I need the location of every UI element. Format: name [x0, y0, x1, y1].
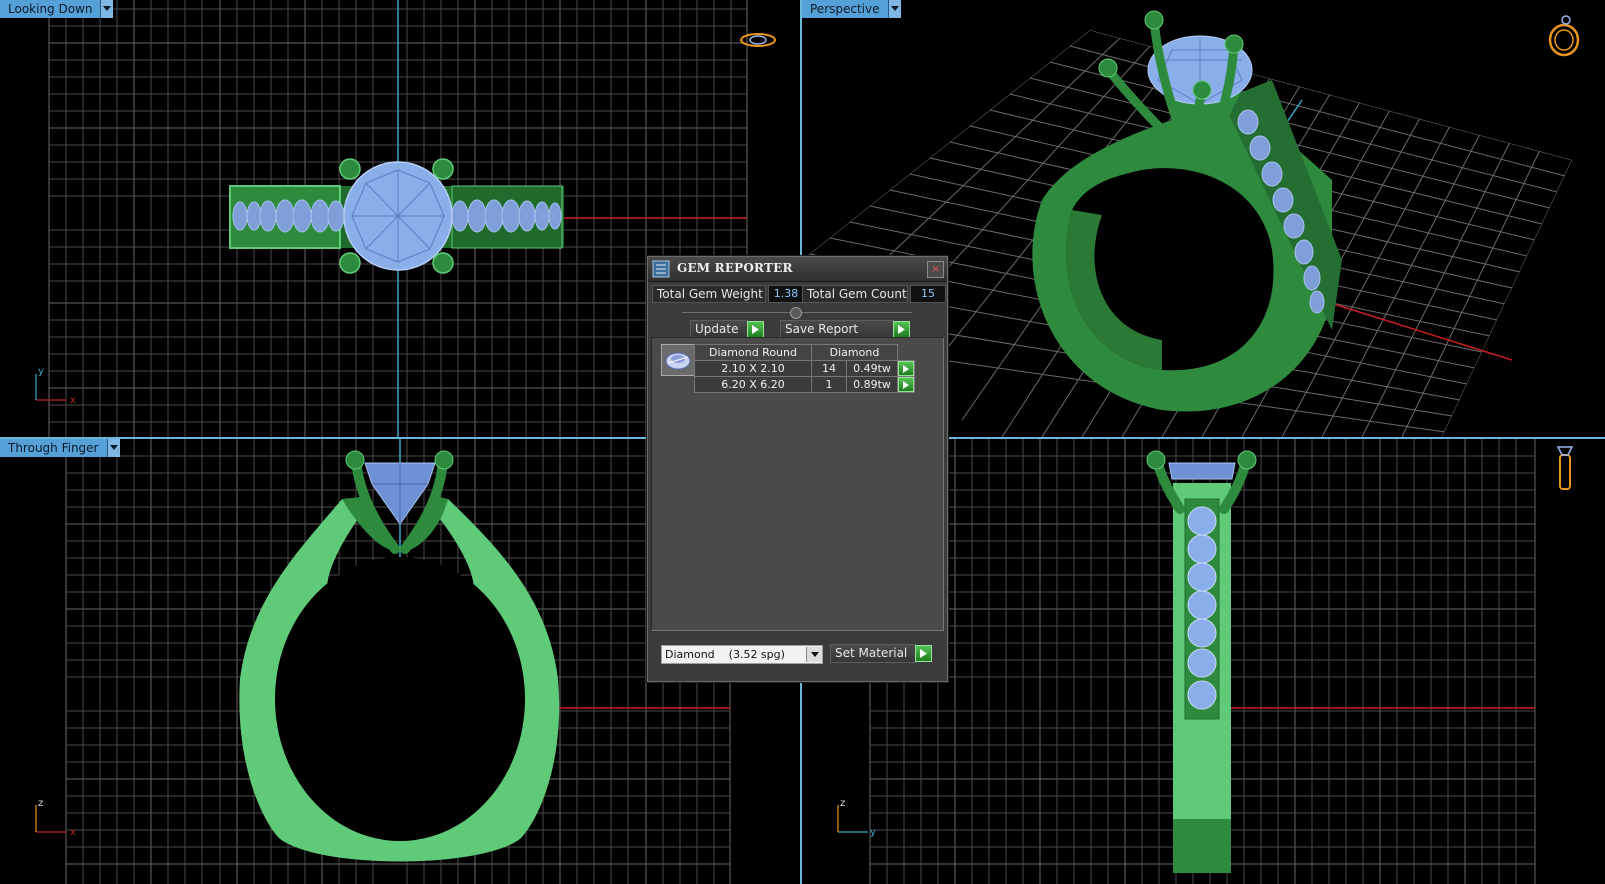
axis-label-z: z	[840, 798, 845, 809]
viewport-label-through-finger[interactable]: Through Finger	[0, 439, 120, 457]
gem-reporter-title: GEM REPORTER	[677, 261, 793, 275]
gem-size: 2.10 X 2.10	[694, 360, 812, 377]
gem-reporter-panel: GEM REPORTER × Total Gem Weight 1.38 Tot…	[647, 256, 948, 682]
save-report-button[interactable]: Save Report	[780, 320, 910, 339]
gem-weight: 0.89tw	[846, 376, 898, 393]
axis-label-z: z	[38, 798, 43, 809]
viewport-label-looking-down[interactable]: Looking Down	[0, 0, 114, 18]
viewport-label-perspective[interactable]: Perspective	[802, 0, 901, 18]
table-row[interactable]: 2.10 X 2.10 14 0.49tw	[694, 360, 915, 377]
gem-list[interactable]: Diamond Round Diamond 2.10 X 2.10 14 0.4…	[651, 337, 944, 631]
total-gem-weight-label: Total Gem Weight	[652, 285, 766, 303]
ring-top-view-icon[interactable]	[738, 28, 778, 50]
gem-reporter-titlebar[interactable]: GEM REPORTER ×	[648, 257, 947, 282]
update-button[interactable]: Update	[690, 320, 764, 339]
row-select-button[interactable]	[897, 376, 915, 393]
viewport-name: Looking Down	[0, 0, 101, 18]
material-select[interactable]: Diamond (3.52 spg)	[661, 645, 823, 664]
ring-side-view-icon[interactable]	[1550, 443, 1580, 493]
axis-label-x: x	[70, 395, 76, 406]
gem-table-header: Diamond Round Diamond	[694, 344, 915, 361]
gem-size: 6.20 X 6.20	[694, 376, 812, 393]
close-button[interactable]: ×	[927, 261, 944, 278]
gem-count: 1	[811, 376, 847, 393]
axis-label-x: x	[70, 827, 76, 838]
chevron-down-icon[interactable]	[887, 0, 901, 18]
chevron-down-icon[interactable]	[100, 0, 114, 18]
viewport-name: Perspective	[802, 0, 888, 18]
axis-label-y: y	[38, 366, 44, 377]
viewport-name: Through Finger	[0, 439, 107, 457]
chevron-down-icon[interactable]	[806, 647, 822, 662]
total-gem-count-row: Total Gem Count 15	[802, 285, 946, 303]
total-gem-count-value: 15	[910, 285, 946, 303]
play-arrow-icon	[893, 321, 910, 338]
round-diamond-icon	[661, 344, 695, 376]
table-row[interactable]: 6.20 X 6.20 1 0.89tw	[694, 376, 915, 393]
play-arrow-icon	[898, 361, 914, 376]
gem-reporter-icon	[652, 260, 670, 278]
row-select-button[interactable]	[897, 360, 915, 377]
total-gem-count-label: Total Gem Count	[802, 285, 908, 303]
material-select-value: Diamond (3.52 spg)	[665, 648, 785, 661]
total-gem-weight-value: 1.38	[768, 285, 804, 303]
ring-perspective-icon[interactable]	[1544, 12, 1584, 58]
column-header-material: Diamond	[811, 344, 898, 361]
set-material-button-label: Set Material	[830, 644, 916, 663]
collapse-toggle[interactable]	[790, 307, 802, 319]
set-material-button[interactable]: Set Material	[830, 644, 932, 663]
play-arrow-icon	[747, 321, 764, 338]
chevron-down-icon[interactable]	[106, 439, 120, 457]
play-arrow-icon	[898, 377, 914, 392]
gem-table: Diamond Round Diamond 2.10 X 2.10 14 0.4…	[694, 344, 915, 393]
gem-weight: 0.49tw	[846, 360, 898, 377]
column-header-shape: Diamond Round	[694, 344, 812, 361]
play-arrow-icon	[915, 645, 932, 662]
gem-count: 14	[811, 360, 847, 377]
total-gem-weight-row: Total Gem Weight 1.38	[652, 285, 804, 303]
axis-label-y: y	[870, 827, 876, 838]
